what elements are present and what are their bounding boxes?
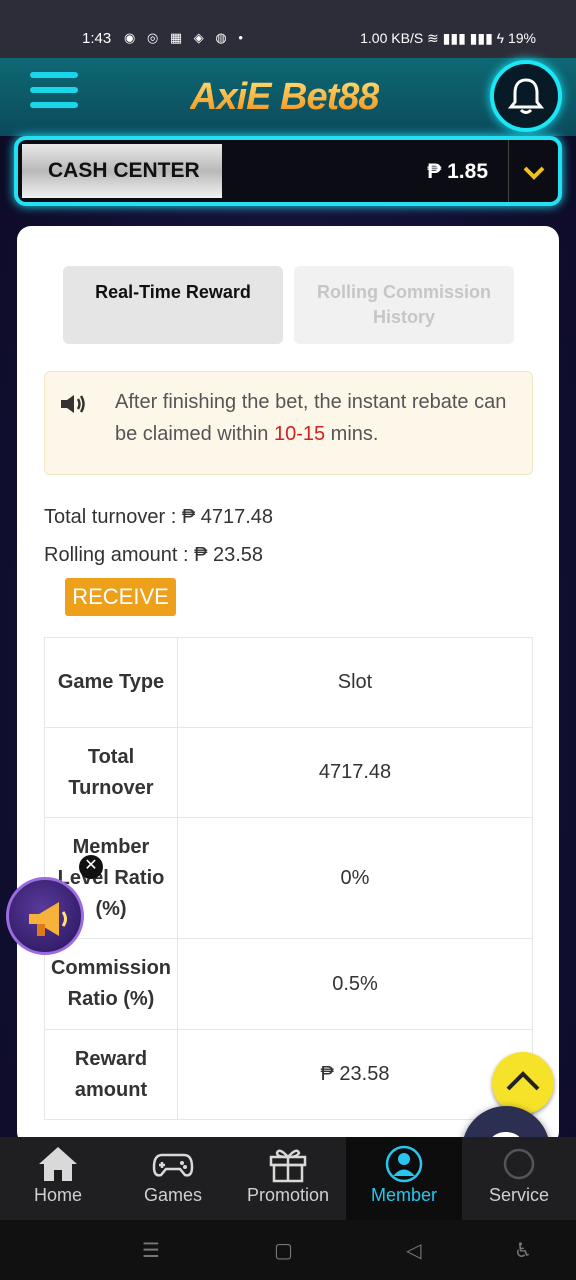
table-row: Total Turnover 4717.48 <box>44 727 533 818</box>
reward-table: Game Type Slot Total Turnover 4717.48 Me… <box>44 637 533 1120</box>
total-turnover: Total turnover : ₱ 4717.48 <box>44 506 274 528</box>
notice-highlight: 10-15 <box>273 423 326 445</box>
table-row: Commission Ratio (%) 0.5% <box>44 938 533 1030</box>
table-row: Game Type Slot <box>44 637 533 728</box>
notification-icons: ◉ ◎ ▦ ◈ ◍ • <box>124 30 247 45</box>
row-label: Total Turnover <box>44 727 178 818</box>
gift-icon <box>269 1149 307 1183</box>
chevron-up-icon <box>506 1071 540 1091</box>
bell-icon <box>508 78 544 114</box>
promo-close-button[interactable]: ✕ <box>79 855 103 879</box>
cash-dropdown-button[interactable] <box>508 140 558 202</box>
reward-card: Real-Time Reward Rolling Commission Hist… <box>17 226 559 1146</box>
tab-real-time-reward[interactable]: Real-Time Reward <box>63 266 283 344</box>
notification-button[interactable] <box>490 60 562 132</box>
nav-promotion[interactable]: Promotion <box>230 1137 346 1220</box>
nav-service[interactable]: Service <box>461 1137 576 1220</box>
table-row: Reward amount ₱ 23.58 <box>44 1029 533 1120</box>
accessibility-icon[interactable]: ♿ <box>514 1238 532 1263</box>
brand-logo: AxiE Bet88 <box>190 76 380 118</box>
nav-service-label: Service <box>488 1185 550 1205</box>
table-row: Member Level Ratio (%) 0% <box>44 817 533 939</box>
row-label: Reward amount <box>44 1029 178 1120</box>
scroll-top-button[interactable] <box>492 1052 554 1114</box>
row-value: Slot <box>177 637 533 728</box>
nav-games-label: Games <box>143 1185 203 1205</box>
nav-member[interactable]: Member <box>346 1137 462 1220</box>
cash-center-bar[interactable]: CASH CENTER ₱ 1.85 <box>14 136 562 206</box>
status-time: 1:43 <box>82 30 112 47</box>
nav-promotion-label: Promotion <box>246 1185 330 1205</box>
member-icon <box>385 1145 423 1183</box>
cash-center-label: CASH CENTER <box>22 144 222 198</box>
home-system-icon[interactable]: ▢ <box>274 1238 293 1263</box>
app-header: AxiE Bet88 <box>0 58 576 136</box>
speaker-icon <box>61 395 85 413</box>
nav-home[interactable]: Home <box>0 1137 116 1220</box>
status-right: 1.00 KB/S ≋ ▮▮▮ ▮▮▮ ϟ 19% <box>360 30 536 46</box>
promo-floating-button[interactable] <box>6 877 84 955</box>
chevron-down-icon <box>523 166 545 180</box>
hamburger-icon <box>30 72 78 78</box>
rebate-notice: After finishing the bet, the instant reb… <box>44 371 533 475</box>
bottom-nav: Home Games Promotion Member Service <box>0 1137 576 1220</box>
nav-member-label: Member <box>370 1185 437 1205</box>
home-icon <box>39 1147 77 1181</box>
cash-balance: ₱ 1.85 <box>427 160 488 183</box>
close-icon: ✕ <box>84 857 98 874</box>
status-bar: 1:43 ◉ ◎ ▦ ◈ ◍ • 1.00 KB/S ≋ ▮▮▮ ▮▮▮ ϟ 1… <box>0 0 576 58</box>
system-nav-bar: ☰ ▢ ◁ ♿ <box>0 1220 576 1280</box>
nav-home-label: Home <box>33 1185 82 1205</box>
row-label: Commission Ratio (%) <box>44 938 178 1030</box>
gamepad-icon <box>152 1153 194 1177</box>
receive-button[interactable]: RECEIVE <box>65 578 176 616</box>
nav-games[interactable]: Games <box>115 1137 231 1220</box>
menu-button[interactable] <box>30 72 78 120</box>
service-icon <box>503 1148 535 1180</box>
row-value: 0.5% <box>177 938 533 1030</box>
row-value: ₱ 23.58 <box>177 1029 533 1120</box>
notice-text: After finishing the bet, the instant reb… <box>115 391 507 445</box>
megaphone-icon <box>29 902 67 936</box>
rolling-amount: Rolling amount : ₱ 23.58 <box>44 544 264 566</box>
back-icon[interactable]: ◁ <box>406 1238 421 1263</box>
row-value: 4717.48 <box>177 727 533 818</box>
row-label: Game Type <box>44 637 178 728</box>
row-value: 0% <box>177 817 533 939</box>
recents-icon[interactable]: ☰ <box>142 1238 160 1263</box>
tab-rolling-commission-history[interactable]: Rolling Commission History <box>294 266 514 344</box>
